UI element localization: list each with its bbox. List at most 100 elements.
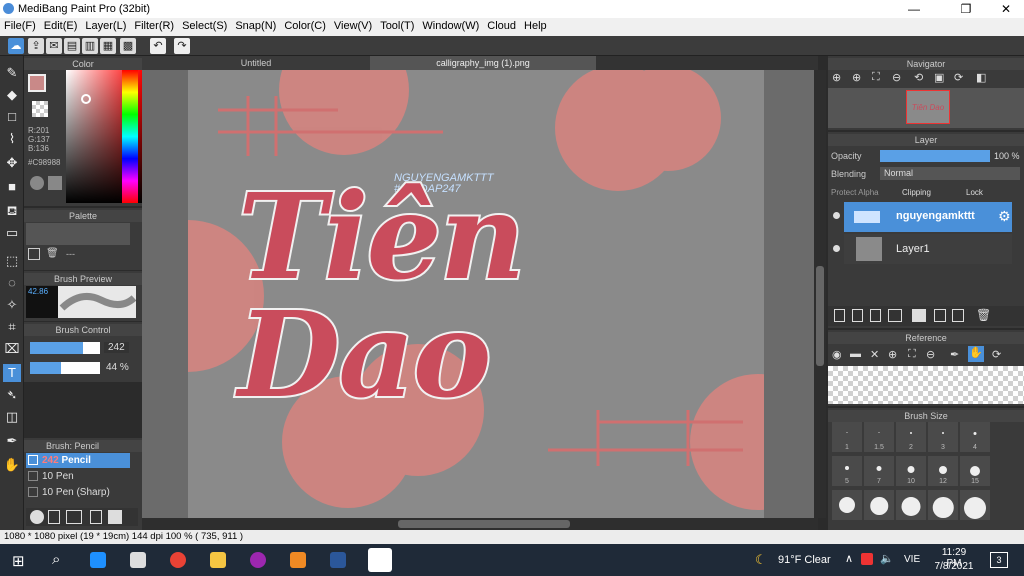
new-layer-1bit-icon[interactable] bbox=[870, 309, 881, 322]
layer-row[interactable]: Layer1 bbox=[844, 234, 1012, 264]
brush-size-slider[interactable] bbox=[30, 342, 100, 354]
menu-layer[interactable]: Layer(L) bbox=[81, 18, 130, 32]
ref-rotate-icon[interactable]: ⟳ bbox=[992, 348, 1001, 361]
fullscreen-icon[interactable]: ▣ bbox=[934, 71, 948, 85]
eyedropper-tool-icon[interactable]: ✒ bbox=[3, 432, 21, 450]
brush-size-cell[interactable] bbox=[896, 490, 926, 520]
select-eraser-icon[interactable]: ⌧ bbox=[3, 340, 21, 358]
lock-checkbox[interactable]: Lock bbox=[966, 188, 983, 197]
brush-size-cell[interactable] bbox=[960, 490, 990, 520]
select-pen-icon[interactable]: ⌗ bbox=[3, 318, 21, 336]
speaker-icon[interactable]: 🔈 bbox=[880, 552, 894, 565]
brush-size-cell[interactable]: 5 bbox=[832, 456, 862, 486]
brush-item-pen[interactable]: 10 Pen bbox=[26, 469, 130, 484]
brush-size-cell[interactable]: 2 bbox=[896, 422, 926, 452]
ref-zoom-out-icon[interactable]: ⊖ bbox=[926, 348, 935, 361]
brush-size-cell[interactable]: 10 bbox=[896, 456, 926, 486]
divide-tool-icon[interactable]: ◫ bbox=[3, 408, 21, 426]
eraser-tool-icon[interactable]: ◆ bbox=[3, 86, 21, 104]
transparent-swatch[interactable] bbox=[32, 101, 48, 117]
protect-alpha-checkbox[interactable]: Protect Alpha bbox=[831, 188, 879, 197]
layer2-visibility-icon[interactable] bbox=[833, 245, 840, 252]
brush-size-cell[interactable] bbox=[832, 490, 862, 520]
flip-icon[interactable]: ◧ bbox=[976, 71, 990, 85]
brush-size-cell[interactable] bbox=[864, 490, 894, 520]
color-wheel-icon[interactable] bbox=[30, 176, 44, 190]
tab-calligraphy[interactable]: calligraphy_img (1).png bbox=[370, 56, 596, 70]
brush-item-pen-sharp[interactable]: 10 Pen (Sharp) bbox=[26, 485, 130, 500]
blending-select[interactable]: Normal bbox=[880, 167, 1020, 180]
menu-edit[interactable]: Edit(E) bbox=[40, 18, 82, 32]
ref-fit-icon[interactable]: ⛶ bbox=[908, 348, 916, 361]
brush-opacity-slider[interactable] bbox=[30, 362, 100, 374]
comment-icon[interactable]: ✉ bbox=[46, 38, 62, 54]
fit-icon[interactable]: ⛶ bbox=[872, 71, 886, 85]
brush-opacity-value[interactable]: 44 % bbox=[106, 362, 129, 373]
chrome-icon[interactable] bbox=[170, 552, 186, 568]
layer-opacity-value[interactable]: 100 % bbox=[994, 151, 1020, 161]
brush-size-cell[interactable] bbox=[928, 490, 958, 520]
menu-view[interactable]: View(V) bbox=[330, 18, 376, 32]
clipping-checkbox[interactable]: Clipping bbox=[902, 188, 931, 197]
photos-icon[interactable] bbox=[250, 552, 266, 568]
tray-app-icon[interactable] bbox=[861, 553, 873, 565]
brush-copy-icon[interactable] bbox=[66, 510, 82, 524]
lasso-tool-icon[interactable]: ◌ bbox=[3, 274, 21, 292]
zoom-in-icon[interactable]: ⊕ bbox=[832, 71, 846, 85]
color-set-icon[interactable] bbox=[48, 176, 62, 190]
ref-add-icon[interactable]: ◉ bbox=[832, 348, 842, 361]
palette-add-icon[interactable] bbox=[28, 248, 40, 260]
menu-color[interactable]: Color(C) bbox=[280, 18, 330, 32]
canvas-area[interactable]: NGUYENGAMKTTT #HOIDAP247 Tiên Dao bbox=[142, 70, 818, 526]
canvas-document[interactable]: NGUYENGAMKTTT #HOIDAP247 Tiên Dao bbox=[188, 70, 764, 518]
grid-icon[interactable]: ▩ bbox=[120, 38, 136, 54]
layer-opacity-slider[interactable] bbox=[880, 150, 990, 162]
ref-hand-icon[interactable]: ✋ bbox=[968, 346, 984, 362]
menu-help[interactable]: Help bbox=[520, 18, 551, 32]
color-picker-cursor[interactable] bbox=[81, 94, 91, 104]
rotate-left-icon[interactable]: ⟲ bbox=[914, 71, 928, 85]
brush-size-cell[interactable]: 12 bbox=[928, 456, 958, 486]
menu-filter[interactable]: Filter(R) bbox=[130, 18, 178, 32]
brush-size-cell[interactable]: 4 bbox=[960, 422, 990, 452]
language-indicator[interactable]: VIE bbox=[904, 554, 920, 565]
settings-icon[interactable]: ▦ bbox=[100, 38, 116, 54]
rect-tool-icon[interactable]: □ bbox=[3, 108, 21, 126]
comic-icon[interactable]: ▤ bbox=[64, 38, 80, 54]
merge-layer-icon[interactable] bbox=[952, 309, 964, 322]
fill-rect-icon[interactable]: ■ bbox=[3, 178, 21, 196]
tab-untitled[interactable]: Untitled bbox=[142, 56, 370, 70]
brush-item-pencil[interactable]: 242 Pencil bbox=[26, 453, 130, 468]
brush-new-icon[interactable] bbox=[48, 510, 60, 524]
brush-settings-icon[interactable] bbox=[90, 510, 102, 524]
windows-start-icon[interactable]: ⊞ bbox=[12, 552, 25, 570]
word-icon[interactable] bbox=[330, 552, 346, 568]
layer-folder-icon[interactable] bbox=[912, 309, 926, 322]
medibang-taskbar-icon[interactable] bbox=[368, 548, 392, 572]
layer-settings-icon[interactable]: ⚙ bbox=[998, 208, 1011, 225]
clock-date[interactable]: 7/8/2021 bbox=[934, 561, 974, 572]
ref-zoom-in-icon[interactable]: ⊕ bbox=[888, 348, 897, 361]
edge-icon[interactable] bbox=[90, 552, 106, 568]
brush-folder-icon[interactable] bbox=[108, 510, 122, 524]
brush-size-cell[interactable]: 3 bbox=[928, 422, 958, 452]
menu-select[interactable]: Select(S) bbox=[178, 18, 231, 32]
reference-view[interactable] bbox=[828, 366, 1024, 404]
duplicate-layer-icon[interactable] bbox=[934, 309, 946, 322]
share-icon[interactable]: ⇪ bbox=[28, 38, 44, 54]
new-layer-icon[interactable] bbox=[834, 309, 845, 322]
operation-tool-icon[interactable]: ➴ bbox=[3, 386, 21, 404]
search-icon[interactable]: ⌕ bbox=[52, 551, 60, 568]
halftone-layer-icon[interactable] bbox=[888, 309, 902, 322]
delete-layer-icon[interactable]: 🗑 bbox=[976, 308, 991, 322]
text-tool-icon[interactable]: T bbox=[3, 364, 21, 382]
file-explorer-icon[interactable] bbox=[210, 552, 226, 568]
chevron-up-icon[interactable]: ∧ bbox=[845, 552, 853, 565]
bucket-tool-icon[interactable]: ⛾ bbox=[3, 202, 21, 220]
page-icon[interactable]: ▥ bbox=[82, 38, 98, 54]
ref-eyedropper-icon[interactable]: ✒ bbox=[950, 348, 959, 361]
gradient-tool-icon[interactable]: ▭ bbox=[3, 224, 21, 242]
palette-area[interactable] bbox=[26, 223, 130, 245]
brush-size-value[interactable]: 242 bbox=[104, 342, 129, 353]
brush-size-cell[interactable]: 1.5 bbox=[864, 422, 894, 452]
